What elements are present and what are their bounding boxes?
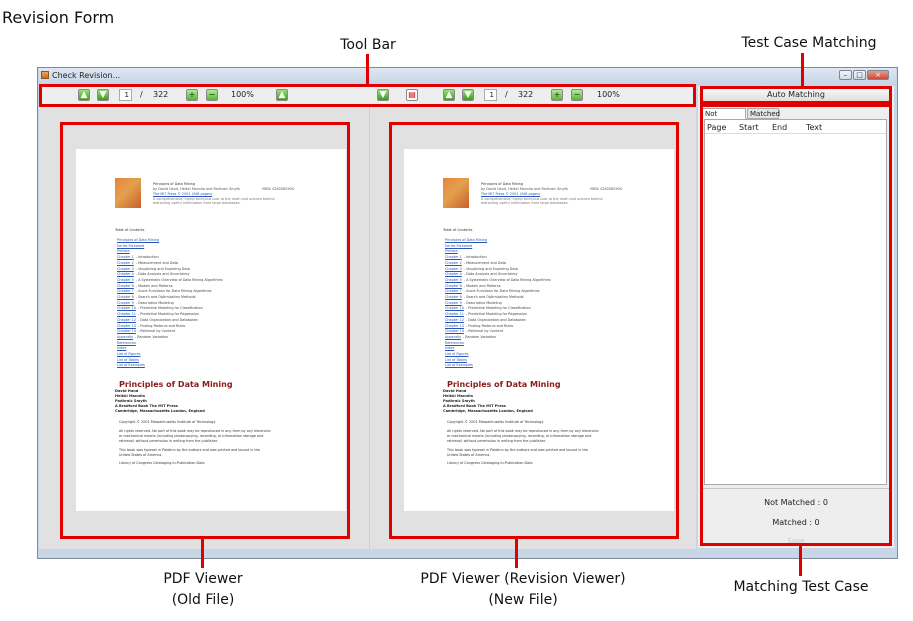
callout-pdf-viewer-new: PDF Viewer (Revision Viewer) (New File) — [408, 569, 638, 611]
new-viewer-highlight — [389, 122, 679, 539]
app-icon — [41, 71, 49, 79]
minimize-button[interactable]: – — [839, 70, 852, 80]
window-title: Check Revision... — [52, 71, 121, 80]
title-bar — [39, 68, 896, 85]
old-viewer-highlight — [60, 122, 350, 539]
matching-callout-line — [799, 546, 802, 576]
maximize-button[interactable]: □ — [853, 70, 866, 80]
callout-matching-test-case: Matching Test Case — [733, 579, 869, 595]
auto-matching-highlight — [700, 86, 892, 104]
matching-list-highlight — [700, 104, 892, 546]
test-case-callout-line — [801, 53, 804, 87]
callout-pdf-viewer-old-line1: PDF Viewer — [163, 571, 243, 587]
callout-pdf-viewer-new-line1: PDF Viewer (Revision Viewer) — [420, 571, 626, 587]
callout-pdf-viewer-old-line2: (Old File) — [171, 592, 235, 608]
callout-pdf-viewer-old: PDF Viewer (Old File) — [138, 569, 268, 611]
old-viewer-callout-line — [201, 539, 204, 568]
callout-pdf-viewer-new-line2: (New File) — [488, 592, 558, 608]
toolbar-callout-line — [366, 54, 369, 85]
page-heading: Revision Form — [2, 8, 115, 27]
callout-test-case-matching: Test Case Matching — [741, 35, 877, 51]
toolbar-highlight — [39, 84, 696, 107]
close-button[interactable]: × — [867, 70, 889, 80]
callout-toolbar: Tool Bar — [340, 37, 396, 53]
new-viewer-callout-line — [515, 539, 518, 568]
